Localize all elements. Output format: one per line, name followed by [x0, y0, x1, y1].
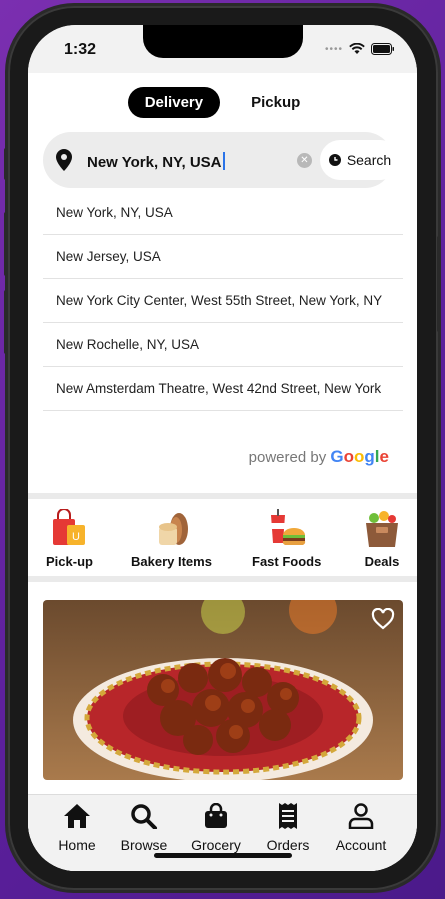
restaurant-card-image[interactable]	[43, 600, 403, 780]
clear-icon[interactable]: ✕	[297, 153, 312, 168]
suggestion-item[interactable]: New York City Center, West 55th Street, …	[43, 279, 403, 323]
app-content: Delivery Pickup New York, NY, USA ✕ Sear…	[28, 73, 417, 871]
tab-browse[interactable]: Browse	[109, 803, 179, 853]
section-divider	[28, 493, 417, 499]
notch	[143, 25, 303, 58]
suggestion-list: New York, NY, USA New Jersey, USA New Yo…	[43, 191, 403, 411]
powered-by-text: powered by	[248, 449, 327, 466]
section-divider	[28, 576, 417, 582]
status-bar: 1:32 ••••	[28, 25, 417, 73]
search-button[interactable]: Search	[320, 140, 400, 180]
delivery-tab[interactable]: Delivery	[127, 87, 221, 118]
pickup-tab[interactable]: Pickup	[234, 87, 317, 118]
grocery-bag-icon	[366, 511, 398, 547]
tab-grocery[interactable]: Grocery	[181, 802, 251, 853]
suggestion-item[interactable]: New Rochelle, NY, USA	[43, 323, 403, 367]
mute-switch	[4, 148, 8, 180]
category-label: Pick-up	[46, 554, 93, 569]
bottom-tab-bar: Home Browse Grocery Orders Account	[28, 794, 417, 871]
svg-text:U: U	[73, 531, 81, 543]
category-strip: U Pick-up Bakery Items Fast Foods Deals	[28, 505, 417, 575]
battery-icon	[371, 43, 394, 55]
location-search-bar: New York, NY, USA ✕ Search	[43, 132, 400, 188]
volume-down-button	[4, 290, 8, 354]
category-bakery[interactable]: Bakery Items	[131, 509, 212, 569]
clock-icon	[328, 154, 341, 166]
shopping-bags-icon: U	[53, 508, 86, 545]
wifi-icon	[349, 43, 365, 54]
category-label: Bakery Items	[131, 554, 212, 569]
category-label: Fast Foods	[252, 554, 322, 569]
tab-home[interactable]: Home	[42, 803, 112, 853]
category-fast-foods[interactable]: Fast Foods	[252, 509, 321, 569]
google-logo: Google	[330, 447, 389, 466]
delivery-mode-toggle: Delivery Pickup	[28, 87, 417, 118]
tab-label: Browse	[120, 837, 168, 853]
status-time: 1:32	[64, 41, 97, 58]
search-icon	[131, 804, 157, 830]
tab-label: Grocery	[191, 837, 241, 853]
status-icons: ••••	[325, 43, 395, 55]
screen: 1:32 •••• Delivery Pickup New York, NY, …	[28, 25, 417, 871]
tab-label: Orders	[266, 837, 310, 853]
tab-label: Account	[335, 837, 387, 853]
burger-drink-icon	[270, 509, 305, 546]
text-caret	[222, 152, 225, 170]
bread-icon	[159, 513, 189, 545]
tab-account[interactable]: Account	[326, 803, 396, 853]
home-icon	[64, 804, 90, 828]
suggestion-item[interactable]: New Jersey, USA	[43, 235, 403, 279]
suggestion-item[interactable]: New York, NY, USA	[43, 191, 403, 235]
category-deals[interactable]: Deals	[362, 509, 402, 569]
search-button-label: Search	[346, 152, 392, 168]
location-pin-icon	[56, 149, 72, 171]
powered-by-google: powered by Google	[249, 447, 389, 467]
location-input-value: New York, NY, USA	[87, 154, 222, 171]
tab-label: Home	[58, 837, 96, 853]
power-button	[437, 236, 441, 332]
volume-up-button	[4, 212, 8, 276]
signal-dots-icon: ••••	[324, 43, 343, 55]
location-input[interactable]: New York, NY, USA	[87, 152, 225, 171]
bag-icon	[205, 802, 227, 828]
favorite-heart-icon[interactable]	[371, 608, 395, 630]
tab-orders[interactable]: Orders	[253, 803, 323, 853]
category-pickup[interactable]: U Pick-up	[46, 508, 93, 569]
person-icon	[348, 803, 374, 830]
food-photo	[43, 600, 403, 780]
home-indicator	[154, 853, 292, 858]
category-label: Deals	[364, 554, 400, 569]
suggestion-item[interactable]: New Amsterdam Theatre, West 42nd Street,…	[43, 367, 403, 411]
receipt-icon	[279, 803, 297, 829]
